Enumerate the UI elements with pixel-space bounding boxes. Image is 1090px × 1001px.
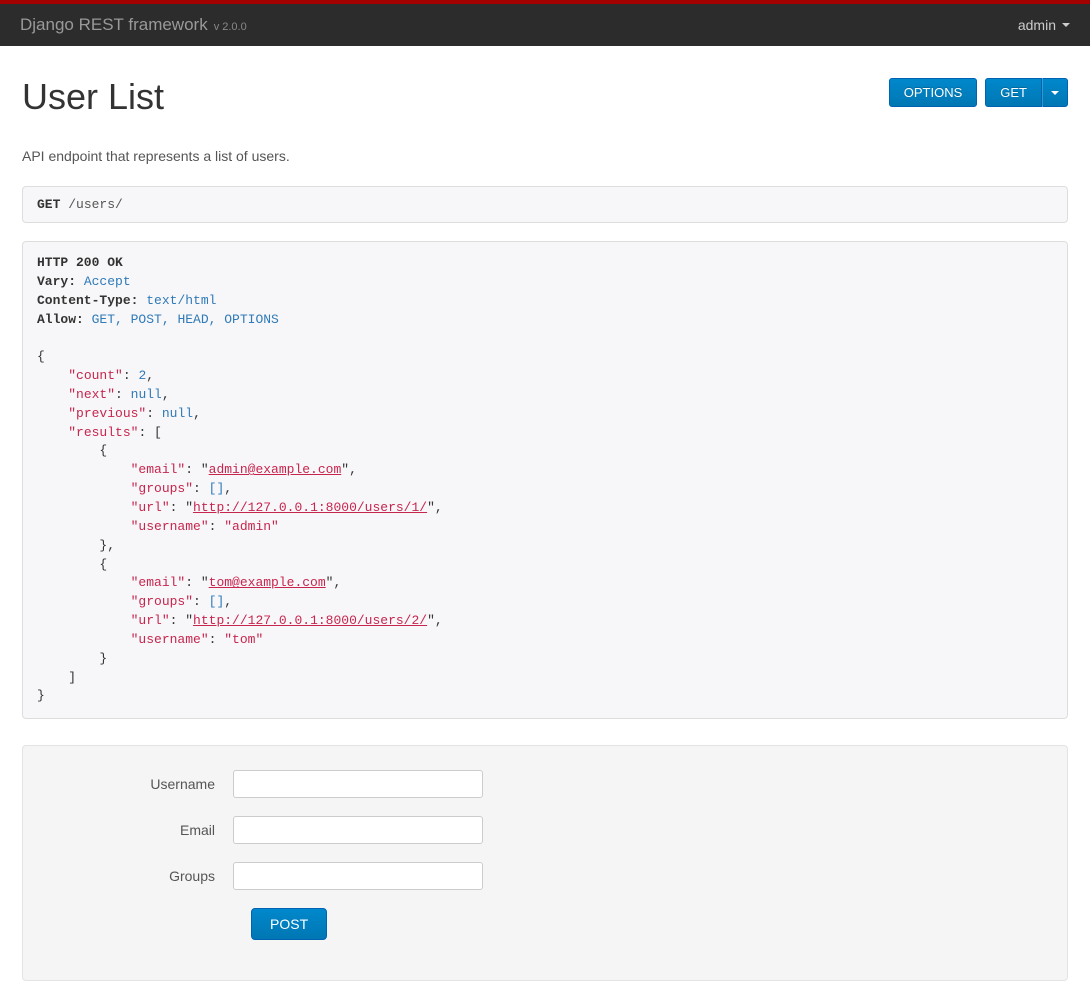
user-menu[interactable]: admin xyxy=(1018,17,1070,33)
get-dropdown-toggle[interactable] xyxy=(1042,78,1068,107)
request-line: GET /users/ xyxy=(22,186,1068,223)
email-link[interactable]: tom@example.com xyxy=(209,575,326,590)
response-body: HTTP 200 OK Vary: Accept Content-Type: t… xyxy=(22,241,1068,719)
chevron-down-icon xyxy=(1051,91,1059,95)
header-actions: OPTIONS GET xyxy=(889,78,1068,107)
groups-input[interactable] xyxy=(233,862,483,890)
options-button[interactable]: OPTIONS xyxy=(889,78,978,107)
page-title: User List xyxy=(22,76,164,118)
username-label: Username xyxy=(43,776,233,792)
get-button[interactable]: GET xyxy=(985,78,1042,107)
brand-text: Django REST framework xyxy=(20,15,208,35)
groups-label: Groups xyxy=(43,868,233,884)
post-button[interactable]: POST xyxy=(251,908,327,940)
user-label: admin xyxy=(1018,17,1056,33)
post-form: Username Email Groups POST xyxy=(22,745,1068,981)
navbar: Django REST framework v 2.0.0 admin xyxy=(0,4,1090,46)
navbar-brand[interactable]: Django REST framework v 2.0.0 xyxy=(20,15,247,35)
email-input[interactable] xyxy=(233,816,483,844)
request-path: /users/ xyxy=(68,197,123,212)
api-description: API endpoint that represents a list of u… xyxy=(22,148,1068,164)
email-link[interactable]: admin@example.com xyxy=(209,462,342,477)
url-link[interactable]: http://127.0.0.1:8000/users/2/ xyxy=(193,613,427,628)
chevron-down-icon xyxy=(1062,23,1070,27)
request-method: GET xyxy=(37,197,60,212)
url-link[interactable]: http://127.0.0.1:8000/users/1/ xyxy=(193,500,427,515)
username-input[interactable] xyxy=(233,770,483,798)
brand-version: v 2.0.0 xyxy=(214,21,247,33)
get-button-group: GET xyxy=(985,78,1068,107)
email-label: Email xyxy=(43,822,233,838)
